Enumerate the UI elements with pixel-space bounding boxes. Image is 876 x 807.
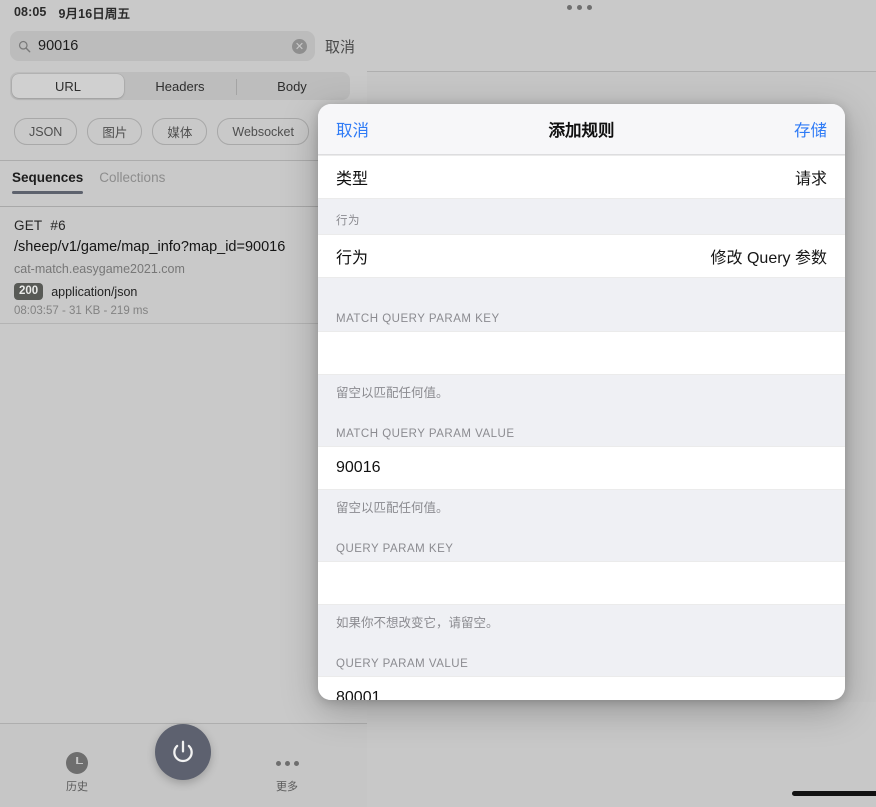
row-behavior[interactable]: 行为 修改 Query 参数 [318,234,845,278]
request-part-segmented-control[interactable]: URL Headers Body [10,72,350,100]
row-type-label: 类型 [336,165,368,189]
power-icon [170,739,196,765]
tab-url[interactable]: URL [12,74,124,98]
modal-header: 取消 添加规则 存储 [318,104,845,155]
tab-sequences[interactable]: Sequences [12,170,83,194]
request-path: /sheep/v1/game/map_info?map_id=90016 [14,239,353,255]
filter-chip-scroller[interactable]: JSON 图片 媒体 Websocket HT [0,112,367,156]
filter-chip-media[interactable]: 媒体 [152,118,207,145]
more-options-icon[interactable] [567,5,592,10]
tab-more[interactable]: 更多 [252,752,322,794]
request-meta: 08:03:57 - 31 KB - 219 ms [14,305,353,317]
home-indicator [792,791,876,796]
request-method-line: GET #6 [14,218,353,233]
tab-body[interactable]: Body [236,74,348,98]
list-item-divider [0,323,367,324]
detail-panel-toolbar [367,0,876,72]
section-spacer [318,278,845,300]
screen-root: 08:05 9月16日周五 90016 ✕ 取消 URL [0,0,876,807]
footnote-query-param-key: 如果你不想改变它，请留空。 [318,605,845,645]
row-type[interactable]: 类型 请求 [318,155,845,199]
footnote-match-query-param-value: 留空以匹配任何值。 [318,490,845,530]
filter-chip-image[interactable]: 图片 [87,118,142,145]
search-row: 90016 ✕ 取消 [0,26,367,66]
row-behavior-label: 行为 [336,244,368,268]
section-head-query-param-value: QUERY PARAM VALUE [318,645,845,676]
input-match-query-param-key[interactable] [318,331,845,375]
request-number: #6 [50,218,65,233]
status-bar-date: 9月16日周五 [58,3,130,22]
search-input-value: 90016 [38,38,285,54]
section-head-match-query-param-key: MATCH QUERY PARAM KEY [318,300,845,331]
modal-cancel-button[interactable]: 取消 [336,117,396,141]
clock-icon [66,752,88,774]
bottom-tab-bar: 历史 更多 [0,723,367,807]
section-head-behavior: 行为 [318,199,845,234]
request-host: cat-match.easygame2021.com [14,262,353,276]
search-icon [18,40,31,53]
row-type-value: 请求 [795,165,827,189]
clear-search-icon[interactable]: ✕ [292,39,307,54]
add-rule-modal: 取消 添加规则 存储 类型 请求 行为 行为 修改 Query 参数 MATCH… [318,104,845,700]
tab-headers[interactable]: Headers [124,74,236,98]
search-input[interactable]: 90016 ✕ [10,31,315,61]
list-item[interactable]: GET #6 /sheep/v1/game/map_info?map_id=900… [0,207,367,329]
modal-save-button[interactable]: 存储 [767,117,827,141]
power-toggle-button[interactable] [155,724,211,780]
filter-chip-json[interactable]: JSON [14,118,77,145]
status-bar-time: 08:05 [14,5,46,19]
ellipsis-icon [252,752,322,774]
tab-collections[interactable]: Collections [99,170,165,194]
input-query-param-value[interactable]: 80001 [318,676,845,700]
filter-chip-websocket[interactable]: Websocket [217,118,309,145]
row-behavior-value: 修改 Query 参数 [711,244,827,268]
search-cancel-button[interactable]: 取消 [323,36,357,57]
tab-history[interactable]: 历史 [42,752,112,794]
sidebar-content: 08:05 9月16日周五 90016 ✕ 取消 URL [0,0,367,724]
input-match-query-param-value[interactable]: 90016 [318,446,845,490]
request-method: GET [14,218,42,233]
section-head-query-param-key: QUERY PARAM KEY [318,530,845,561]
tab-history-label: 历史 [42,778,112,794]
sidebar: 08:05 9月16日周五 90016 ✕ 取消 URL [0,0,367,807]
status-bar: 08:05 9月16日周五 [0,0,367,24]
modal-title: 添加规则 [549,117,615,141]
footnote-match-query-param-key: 留空以匹配任何值。 [318,375,845,415]
request-status-line: 200 application/json [14,283,353,300]
chips-divider [0,160,367,161]
request-mime-type: application/json [51,285,137,299]
tab-more-label: 更多 [252,778,322,794]
list-tabs: Sequences Collections [0,170,367,206]
section-head-match-query-param-value: MATCH QUERY PARAM VALUE [318,415,845,446]
input-query-param-key[interactable] [318,561,845,605]
status-badge: 200 [14,283,43,300]
